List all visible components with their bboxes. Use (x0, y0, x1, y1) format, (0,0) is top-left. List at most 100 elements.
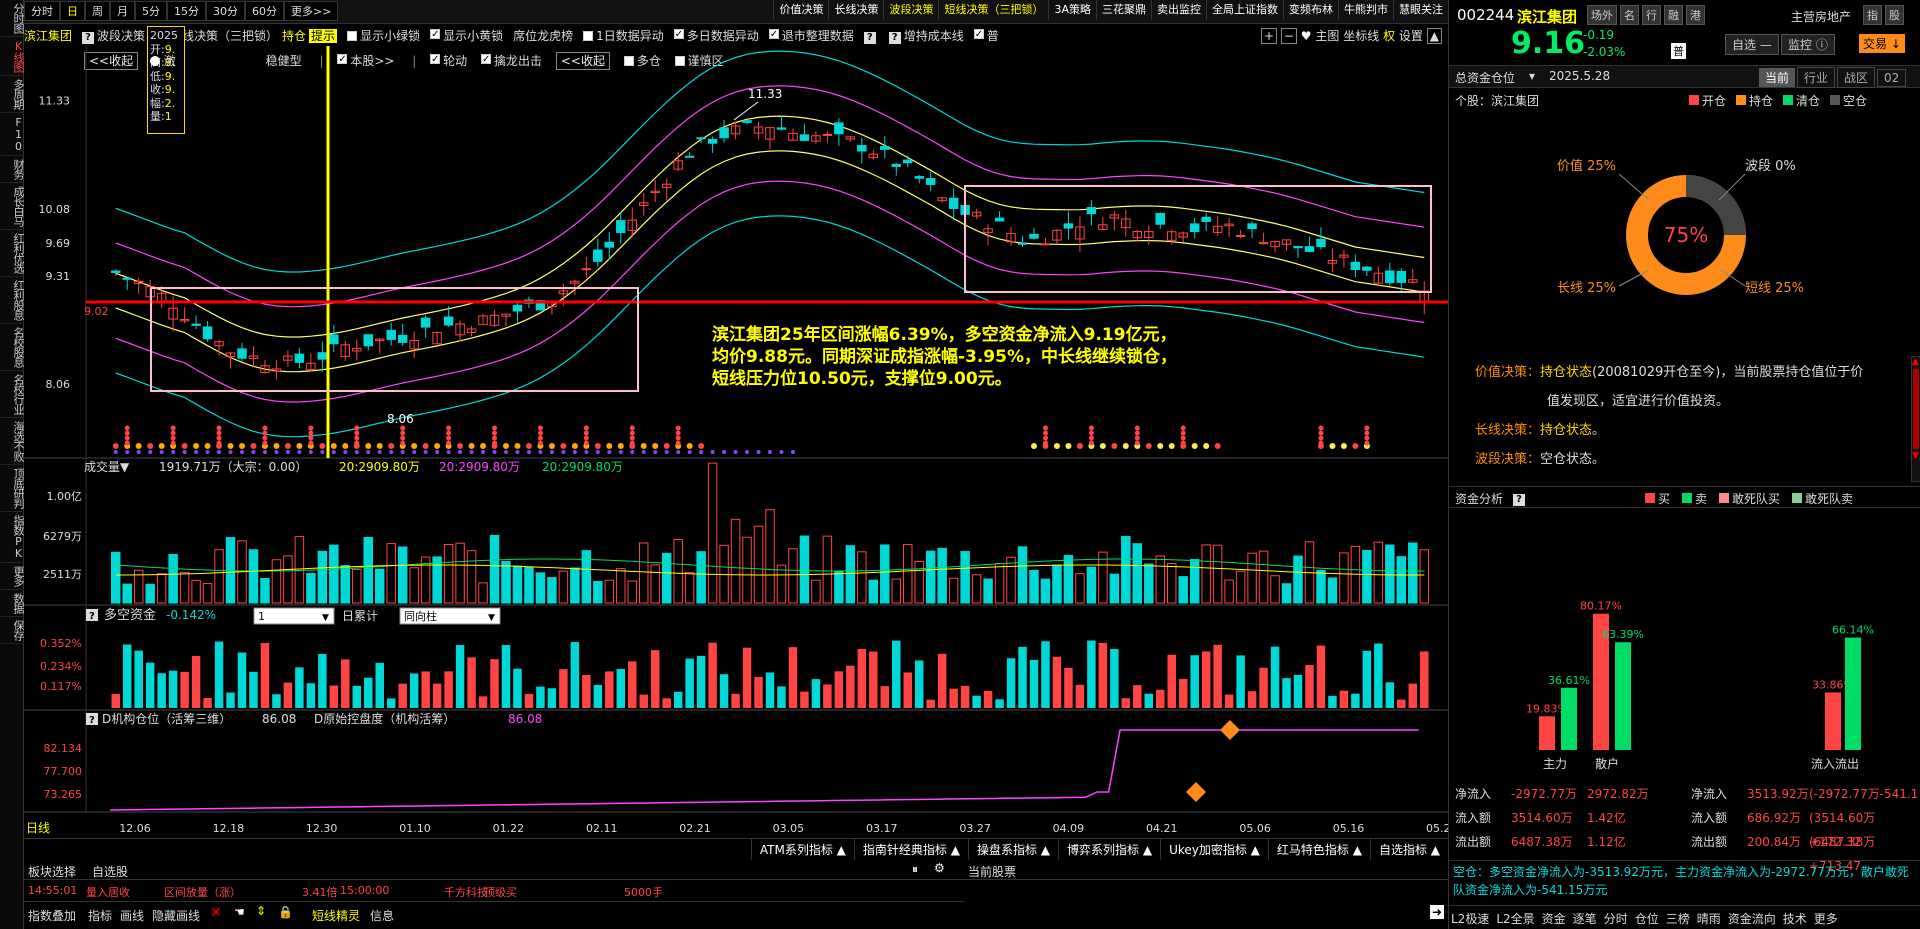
volume-bar (1316, 569, 1326, 604)
candle-body (684, 155, 695, 158)
left-nav-item[interactable]: 多周期 (0, 76, 25, 113)
right-scrollbar[interactable]: ▲ ▼ (1911, 356, 1920, 482)
right-tool[interactable]: 三榜 (1666, 912, 1690, 926)
left-nav-item[interactable]: 红利优选 (0, 230, 25, 277)
trade-button[interactable]: 交易 ↓ (1859, 34, 1905, 53)
capital-bar (1144, 693, 1154, 708)
stock-change: -0.19 (1583, 28, 1615, 42)
signal-dot (1134, 435, 1140, 441)
candle-body (822, 133, 833, 136)
position-title[interactable]: 总资金仓位 (1455, 69, 1515, 86)
watchlist-button[interactable]: 自选 — (1725, 34, 1779, 55)
signal-dot (492, 430, 498, 436)
left-nav-item[interactable]: F10 (0, 113, 25, 156)
position-tab[interactable]: 行业 (1797, 67, 1836, 88)
tab-watchlist[interactable]: 自选股 (92, 863, 128, 880)
board-tag[interactable]: 行 (1642, 5, 1661, 25)
right-tool[interactable]: L2全景 (1496, 912, 1534, 926)
volume-bar (1040, 578, 1051, 604)
hand-icon[interactable]: ☚ (234, 905, 245, 919)
position-tab[interactable]: 战区 (1837, 67, 1876, 88)
right-tool[interactable]: 晴雨 (1697, 912, 1721, 926)
left-nav-item[interactable]: 保存 (0, 617, 25, 644)
tool-indicator[interactable]: 指标 (88, 907, 112, 924)
tab-sector-select[interactable]: 板块选择 (28, 863, 76, 880)
short-sprite[interactable]: 短线精灵 (312, 907, 360, 924)
right-tool[interactable]: 技术 (1783, 912, 1807, 926)
signal-dot (400, 450, 405, 454)
updown-icon[interactable]: ⇕ (256, 904, 266, 918)
left-nav-item[interactable]: 顶底研判 (0, 465, 25, 512)
left-nav-item[interactable]: 海选不败 (0, 418, 25, 465)
left-nav-item[interactable]: 财务 (0, 156, 25, 183)
capital-table-row: 净流入 -2972.77万 2972.82万 净流入 3513.92万 (-2972.77… (1455, 787, 1919, 801)
indicator-menu[interactable]: ATM系列指标 ▲ (750, 839, 854, 860)
right-tool[interactable]: L2极速 (1451, 912, 1489, 926)
arrow-right-icon[interactable]: ➜ (1430, 905, 1444, 919)
board-tag[interactable]: 场外 (1587, 5, 1617, 25)
candle-body (1029, 233, 1039, 239)
left-nav-item[interactable]: 红利股息 (0, 277, 25, 324)
capital-title: 多空资金 (104, 607, 156, 623)
capital-value: -0.142% (166, 608, 216, 622)
left-nav-item[interactable]: 分时图 (0, 0, 25, 37)
left-nav-item[interactable]: 名校行业 (0, 371, 25, 418)
signal-dot (354, 440, 360, 446)
chevron-down-icon[interactable]: ▾ (1529, 69, 1535, 83)
indicator-menu[interactable]: 自选指标 ▲ (1369, 839, 1448, 860)
signal-dot (663, 443, 670, 449)
pause-icon[interactable]: ⏸ (912, 862, 918, 877)
signal-dot (1134, 425, 1140, 431)
lock-icon[interactable]: 🔒 (278, 905, 293, 919)
board-tag[interactable]: 港 (1686, 5, 1705, 25)
left-nav-item[interactable]: 更多 (0, 563, 25, 590)
indicator-menu[interactable]: 指南针经典指标 ▲ (853, 839, 968, 860)
indicator-menu[interactable]: Ukey加密指标 ▲ (1160, 839, 1268, 860)
volume-bar (570, 567, 580, 604)
volume-bar (1155, 555, 1165, 604)
right-tool[interactable]: 逐笔 (1573, 912, 1597, 926)
board-tag[interactable]: 名 (1620, 5, 1639, 25)
stock-price: 9.16 (1511, 26, 1586, 61)
right-tool[interactable]: 资金流向 (1728, 912, 1776, 926)
right-tool[interactable]: 仓位 (1635, 912, 1659, 926)
signal-dot (354, 435, 360, 441)
capital-bar (501, 645, 511, 708)
left-nav-item[interactable]: K线图 (0, 37, 25, 76)
signal-dot (537, 435, 543, 441)
capital-bar (731, 693, 740, 708)
close-icon[interactable]: ✕ (210, 905, 222, 921)
candle-body (914, 176, 924, 179)
signal-dot (630, 450, 635, 454)
chart-area[interactable]: 11.33 10.08 9.69 9.31 8.06 1.00亿 6279万 2511万 0.3… (24, 0, 1448, 860)
monitor-button[interactable]: 监控 ⓘ (1781, 34, 1835, 55)
tool-hide-draw[interactable]: 隐藏画线 (152, 907, 200, 924)
volume-bar (811, 579, 821, 604)
position-tab[interactable]: 当前 (1759, 68, 1796, 87)
tool-overlay[interactable]: 指数叠加 (28, 907, 76, 924)
signal-dot (124, 430, 130, 436)
tool-draw[interactable]: 画线 (120, 907, 144, 924)
right-tag[interactable]: 指 (1863, 5, 1882, 25)
info[interactable]: 信息 (370, 907, 394, 924)
right-tool[interactable]: 分时 (1604, 912, 1628, 926)
position-tab[interactable]: 02 (1877, 69, 1907, 87)
inst-value-2: 86.08 (508, 712, 542, 726)
volume-bar (1132, 543, 1143, 604)
indicator-menu[interactable]: 博弈系列指标 ▲ (1058, 839, 1160, 860)
right-tool[interactable]: 更多 (1814, 912, 1838, 926)
svg-text:?: ? (89, 611, 95, 622)
gear-icon[interactable]: ⚙ (934, 861, 945, 875)
left-nav-item[interactable]: 名校股息 (0, 324, 25, 371)
right-tag[interactable]: 股 (1885, 5, 1904, 25)
left-nav-item[interactable]: 数据 (0, 590, 25, 617)
left-nav-item[interactable]: 成长白马 (0, 183, 25, 230)
cap-help-icon[interactable]: ? (1513, 491, 1528, 506)
left-nav-item[interactable]: 指数PK (0, 512, 25, 563)
indicator-menu[interactable]: 操盘系指标 ▲ (967, 839, 1058, 860)
capital-bar (237, 652, 247, 708)
right-tool[interactable]: 资金 (1542, 912, 1566, 926)
indicator-menu[interactable]: 红马特色指标 ▲ (1267, 839, 1370, 860)
signal-dot (618, 450, 623, 454)
board-tag[interactable]: 融 (1664, 5, 1683, 25)
